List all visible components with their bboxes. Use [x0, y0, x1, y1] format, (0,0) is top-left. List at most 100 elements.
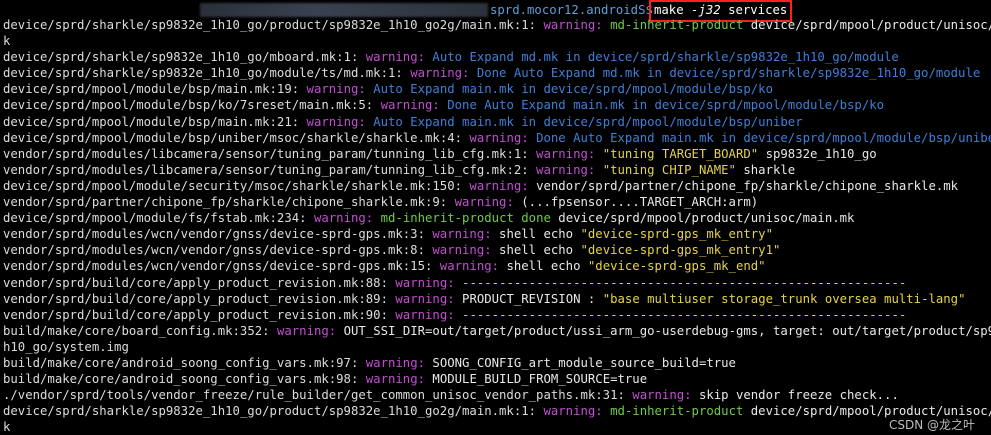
warning-message: md-inherit-product	[610, 18, 751, 32]
file-path: vendor/sprd/build/core/apply_product_rev…	[3, 307, 359, 322]
line-number: :98:	[328, 372, 359, 387]
file-path: build/make/core/android_soong_config_var…	[3, 355, 329, 370]
warning-message: Auto Expand md.mk in device/sprd/sharkle…	[432, 50, 899, 65]
output-line: build/make/core/android_soong_config_var…	[3, 371, 991, 387]
line-number: :150:	[425, 178, 463, 193]
warning-message: OUT_SSI_DIR=out/target/product/ussi_arm_…	[343, 323, 991, 338]
line-number: :1:	[336, 50, 359, 65]
line-number: :3:	[402, 227, 425, 242]
file-path: h10_go/system.img	[3, 339, 129, 354]
warning-message: Done Auto Expand md.mk in device/sprd/sh…	[476, 66, 981, 81]
line-number: :1:	[513, 18, 537, 32]
warning-label: warning:	[269, 323, 344, 338]
terminal-window[interactable]: sprd.mocor12.androidS$ make -j32 service…	[0, 0, 991, 435]
line-number: :19:	[269, 82, 300, 97]
warning-label: warning:	[358, 372, 433, 387]
warning-message: ----------------------------------------…	[462, 307, 907, 322]
output-line: device/sprd/mpool/module/bsp/main.mk:19:…	[3, 81, 991, 97]
command-target: services	[728, 3, 788, 17]
file-path: vendor/sprd/modules/wcn/vendor/gnss/devi…	[3, 243, 403, 258]
file-path: vendor/sprd/modules/libcamera/sensor/tun…	[3, 162, 507, 177]
warning-message: "base multiuser storage_trunk oversea mu…	[602, 291, 966, 306]
line-number: :9:	[425, 195, 448, 210]
line-number: :31:	[595, 388, 625, 403]
warning-label: warning:	[536, 404, 611, 419]
watermark: CSDN @龙之叶	[888, 418, 975, 432]
warning-message: Done Auto Expand main.mk in device/sprd/…	[536, 130, 991, 145]
warning-label: warning:	[528, 146, 603, 161]
file-path: device/sprd/mpool/module/bsp/uniber/msoc…	[3, 130, 440, 145]
warning-message: skip vendor freeze check...	[698, 388, 899, 403]
warning-message: shell echo	[499, 243, 581, 258]
file-path: vendor/sprd/build/core/apply_product_rev…	[3, 275, 359, 290]
warning-message: md-inherit-product done	[380, 211, 559, 226]
warning-message: md-inherit-product	[610, 404, 751, 419]
file-path: build/make/core/android_soong_config_var…	[3, 372, 329, 387]
warning-label: warning:	[624, 388, 699, 403]
warning-message: "device-sprd-gps_mk_end"	[587, 259, 766, 274]
output-line: vendor/sprd/modules/libcamera/sensor/tun…	[3, 146, 991, 162]
line-number: :8:	[402, 243, 425, 258]
redacted-prompt-prefix	[200, 3, 488, 17]
warning-label: warning:	[299, 82, 374, 97]
warning-message: ----------------------------------------…	[462, 275, 907, 290]
warning-message: shell echo	[506, 259, 588, 274]
command-name: make	[654, 3, 684, 17]
warning-label: warning:	[536, 18, 611, 32]
warning-message: Auto Expand main.mk in device/sprd/mpool…	[373, 114, 803, 129]
warning-message: sharkle	[735, 162, 796, 177]
warning-message: PRODUCT_REVISION :	[462, 291, 603, 306]
file-path: device/sprd/mpool/module/bsp/ko/7sreset/…	[3, 98, 351, 113]
file-path: device/sprd/sharkle/sp9832e_1h10_go/prod…	[3, 18, 514, 32]
file-path: device/sprd/sharkle/sp9832e_1h10_go/prod…	[3, 404, 514, 419]
line-number: :352:	[232, 323, 270, 338]
output-line: device/sprd/mpool/module/bsp/ko/7sreset/…	[3, 97, 991, 113]
warning-message: device/sprd/mpool/product/unisoc/main.m	[750, 18, 991, 32]
warning-label: warning:	[388, 275, 463, 290]
line-number: :1:	[506, 146, 529, 161]
line-number: :2:	[506, 162, 529, 177]
warning-message: Auto Expand main.mk in device/sprd/mpool…	[373, 82, 773, 97]
output-line: vendor/sprd/build/core/apply_product_rev…	[3, 275, 991, 291]
warning-label: warning:	[425, 227, 500, 242]
line-number: :90:	[358, 307, 388, 322]
warning-message: shell echo	[499, 227, 581, 242]
warning-label: warning:	[388, 307, 463, 322]
output-line: ./vendor/sprd/tools/vendor_freeze/rule_b…	[3, 387, 991, 403]
file-path: vendor/sprd/modules/wcn/vendor/gnss/devi…	[3, 259, 403, 274]
output-line: vendor/sprd/modules/wcn/vendor/gnss/devi…	[3, 226, 991, 242]
warning-message: device/sprd/mpool/product/unisoc/main.mk	[558, 211, 855, 226]
warning-label: warning:	[447, 195, 522, 210]
file-path: vendor/sprd/modules/libcamera/sensor/tun…	[3, 146, 507, 161]
warning-message: "device-sprd-gps_mk_entry"	[580, 227, 773, 242]
output-line: vendor/sprd/modules/wcn/vendor/gnss/devi…	[3, 242, 991, 258]
output-line: h10_go/system.img	[3, 339, 991, 355]
build-output: device/sprd/sharkle/sp9832e_1h10_go/prod…	[3, 17, 991, 435]
file-path: device/sprd/sharkle/sp9832e_1h10_go/modu…	[3, 66, 381, 81]
warning-message: sp9832e_1h10_go	[758, 146, 877, 161]
output-line: device/sprd/mpool/module/security/msoc/s…	[3, 178, 991, 194]
file-path: build/make/core/board_config.mk	[3, 323, 233, 338]
file-path: vendor/sprd/build/core/apply_product_rev…	[3, 291, 359, 306]
warning-message: MODULE_BUILD_FROM_SOURCE=true	[432, 372, 648, 387]
line-number: :97:	[328, 355, 359, 370]
output-line: build/make/core/android_soong_config_var…	[3, 355, 991, 371]
line-number: :88:	[358, 275, 388, 290]
output-line: device/sprd/sharkle/sp9832e_1h10_go/mboa…	[3, 49, 991, 65]
file-path: device/sprd/mpool/module/bsp/main.mk	[3, 114, 270, 129]
line-number: :234:	[269, 211, 307, 226]
warning-label: warning:	[358, 355, 433, 370]
output-line: vendor/sprd/build/core/apply_product_rev…	[3, 291, 991, 307]
output-line: build/make/core/board_config.mk:352: war…	[3, 323, 991, 339]
warning-message: (...fpsensor....TARGET_ARCH:arm)	[521, 195, 759, 210]
warning-label: warning:	[432, 259, 507, 274]
warning-message: vendor/sprd/partner/chipone_fp/sharkle/c…	[536, 178, 959, 193]
file-path: device/sprd/mpool/module/bsp/main.mk	[3, 82, 270, 97]
warning-label: warning:	[388, 291, 463, 306]
file-path: device/sprd/sharkle/sp9832e_1h10_go/mboa…	[3, 50, 337, 65]
output-line: vendor/sprd/modules/libcamera/sensor/tun…	[3, 162, 991, 178]
line-number: :1:	[513, 404, 537, 419]
file-path: k	[3, 420, 11, 435]
output-line: device/sprd/mpool/module/bsp/main.mk:21:…	[3, 114, 991, 130]
output-line: device/sprd/sharkle/sp9832e_1h10_go/prod…	[3, 17, 991, 33]
